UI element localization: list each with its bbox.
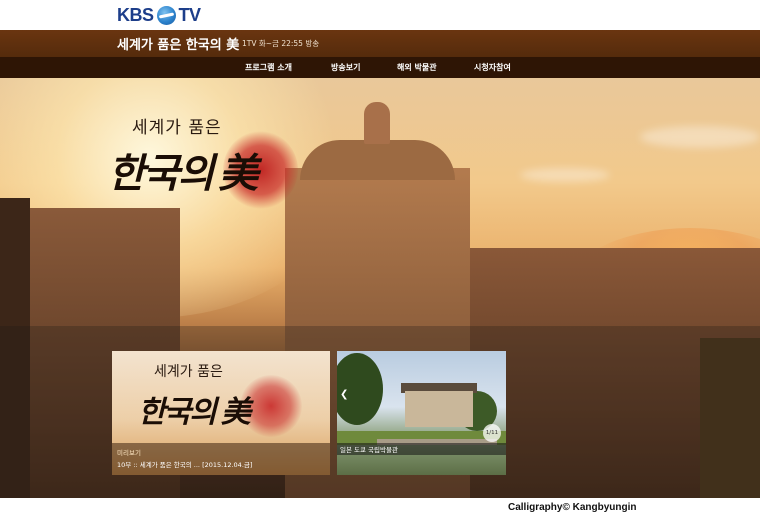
- nav-item-overseas-museum[interactable]: 해외 박물관: [397, 62, 437, 73]
- hero-calligraphy-title: 세계가 품은 한국의 美: [108, 113, 308, 253]
- hero-title-word: 한국의: [108, 150, 214, 197]
- main-nav: 프로그램 소개 방송보기 해외 박물관 시청자참여: [0, 57, 760, 78]
- thumb-title-line1: 세계가 품은: [154, 364, 223, 380]
- nav-item-watch[interactable]: 방송보기: [331, 62, 360, 73]
- hero-title-line2: 한국의 美: [108, 141, 258, 199]
- cloud: [520, 168, 610, 182]
- preview-thumbnail[interactable]: 세계가 품은 한국의 美 미리보기 10부 :: 세계가 품은 한국의 ... […: [112, 351, 330, 475]
- top-bar: KBS TV: [0, 0, 760, 30]
- logo-text-kbs: KBS: [117, 4, 154, 25]
- thumb-title-char: 美: [220, 395, 251, 430]
- hero-title-line1: 세계가 품은: [132, 118, 222, 138]
- museum-building: [405, 391, 473, 427]
- episode-caption[interactable]: 10부 :: 세계가 품은 한국의 ... [2015.12.04.금]: [117, 459, 252, 469]
- calligraphy-credit: Calligraphy© Kangbyungin: [508, 502, 637, 513]
- dome-cupola: [364, 102, 390, 144]
- program-title-band: 세계가 품은 한국의 美 1TV 화~금 22:55 방송: [0, 30, 760, 57]
- kbs-tv-logo[interactable]: KBS TV: [117, 4, 201, 26]
- cloud: [640, 126, 760, 148]
- nav-item-program-intro[interactable]: 프로그램 소개: [245, 62, 292, 73]
- chevron-left-icon[interactable]: ❮: [340, 389, 348, 400]
- dome: [300, 140, 455, 180]
- logo-text-tv: TV: [178, 4, 202, 25]
- slide-caption[interactable]: 일본 도쿄 국립박물관: [340, 444, 398, 454]
- hero-title-char: 美: [218, 150, 258, 197]
- broadcast-schedule: 1TV 화~금 22:55 방송: [242, 39, 320, 48]
- red-ink-blot: [240, 375, 302, 437]
- museum-slideshow[interactable]: ❮ 1/11 일본 도쿄 국립박물관: [337, 351, 506, 475]
- nav-item-viewer-participation[interactable]: 시청자참여: [474, 62, 511, 73]
- slide-caption-bar: 일본 도쿄 국립박물관: [337, 443, 506, 455]
- thumb-title-line2: 한국의 美: [138, 387, 251, 431]
- thumb-title-word: 한국의: [138, 395, 217, 430]
- globe-icon: [156, 5, 176, 25]
- slide-counter: 1/11: [483, 424, 501, 442]
- thumb-caption-bar: 미리보기 10부 :: 세계가 품은 한국의 ... [2015.12.04.금…: [112, 443, 330, 475]
- program-title[interactable]: 세계가 품은 한국의 美: [117, 34, 239, 53]
- preview-tag: 미리보기: [117, 449, 141, 457]
